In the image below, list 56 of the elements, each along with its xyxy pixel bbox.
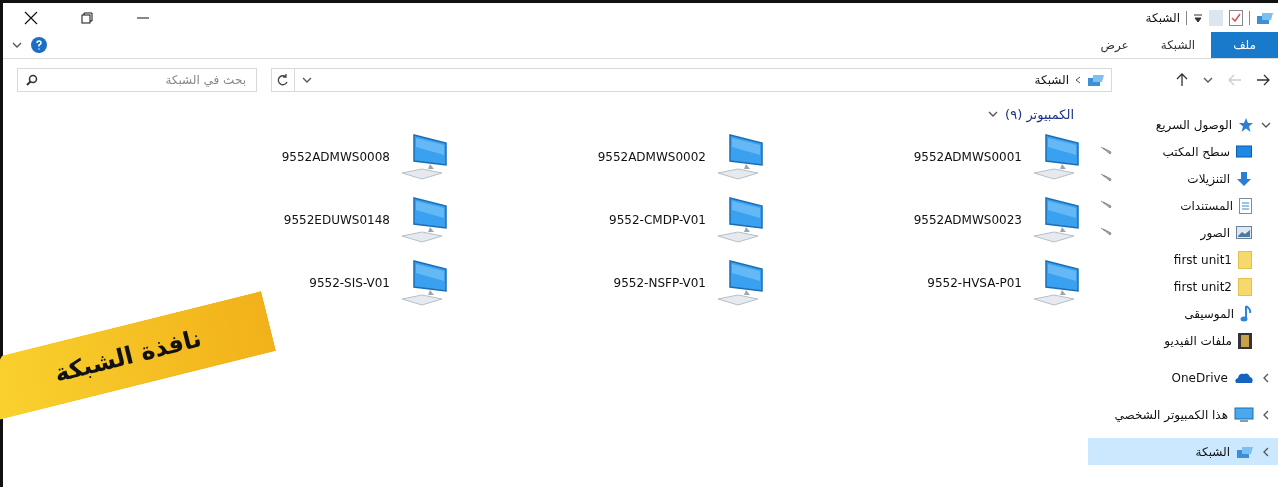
computer-item[interactable]: 9552ADMWS0008	[140, 133, 456, 181]
music-note-icon	[1240, 304, 1252, 323]
help-icon[interactable]	[31, 37, 47, 53]
desktop-icon	[1236, 144, 1252, 159]
computer-item[interactable]: 9552-HVSA-P01	[772, 259, 1088, 307]
properties-icon[interactable]	[1229, 9, 1243, 26]
search-icon	[26, 74, 38, 86]
computer-item[interactable]: 9552ADMWS0023	[772, 196, 1088, 244]
ribbon-tab[interactable]: ملف	[1211, 32, 1278, 58]
up-arrow-icon[interactable]	[1176, 73, 1188, 87]
cloud-icon	[1234, 371, 1254, 384]
refresh-button[interactable]	[271, 68, 295, 92]
sidebar-item[interactable]: ملفات الفيديو	[1088, 327, 1278, 354]
monitor-icon	[1234, 406, 1254, 423]
sidebar-item[interactable]: سطح المكتب	[1088, 138, 1278, 165]
breadcrumb-chevron-icon[interactable]	[1075, 76, 1081, 84]
sidebar-item[interactable]: الموسيقى	[1088, 300, 1278, 327]
ribbon-tab[interactable]: الشبكة	[1144, 32, 1212, 58]
ribbon-tab[interactable]: عرض	[1084, 32, 1145, 58]
network-icon	[1087, 73, 1105, 87]
picture-icon	[1236, 226, 1252, 239]
network-icon	[1256, 10, 1274, 25]
film-icon	[1238, 332, 1252, 349]
minimize-icon	[137, 16, 149, 19]
sidebar-item[interactable]: التنزيلات	[1088, 165, 1278, 192]
refresh-icon	[277, 74, 289, 86]
network-icon	[1236, 444, 1254, 459]
computer-item[interactable]: 9552ADMWS0001	[772, 133, 1088, 181]
computer-item[interactable]: 9552ADMWS0002	[456, 133, 772, 181]
sidebar-item[interactable]: OneDrive	[1088, 364, 1278, 391]
window-title: الشبكة	[1145, 10, 1180, 25]
close-icon	[24, 10, 38, 25]
restore-icon	[81, 11, 93, 24]
dropdown-icon[interactable]	[1193, 12, 1203, 23]
search-field[interactable]: بحث في الشبكة	[17, 68, 257, 92]
pin-icon[interactable]	[1100, 146, 1112, 156]
computer-item[interactable]: 9552-NSFP-V01	[456, 259, 772, 307]
pin-icon[interactable]	[1100, 200, 1112, 210]
star-icon	[1238, 116, 1254, 133]
download-arrow-icon	[1236, 170, 1252, 187]
sidebar-item[interactable]: الصور	[1088, 219, 1278, 246]
document-icon	[1239, 197, 1252, 214]
computer-item[interactable]: 9552-CMDP-V01	[456, 196, 772, 244]
sidebar-item[interactable]: المستندات	[1088, 192, 1278, 219]
sidebar-item[interactable]: هذا الكمبيوتر الشخصي	[1088, 401, 1278, 428]
sidebar-item[interactable]: first unit1	[1088, 246, 1278, 273]
computer-item[interactable]: 9552EDUWS0148	[140, 196, 456, 244]
address-field[interactable]: الشبكة	[294, 68, 1112, 92]
sidebar-item[interactable]: first unit2	[1088, 273, 1278, 300]
pin-icon[interactable]	[1100, 227, 1112, 237]
callout-label: نافذة الشبكة	[0, 290, 277, 422]
sidebar-item[interactable]: الوصول السريع	[1088, 111, 1278, 138]
back-arrow-icon[interactable]	[1256, 74, 1270, 86]
pin-icon[interactable]	[1100, 173, 1112, 183]
group-header[interactable]: الكمبيوتر (٩)	[3, 105, 1074, 123]
sidebar-item[interactable]: الشبكة	[1088, 438, 1278, 465]
